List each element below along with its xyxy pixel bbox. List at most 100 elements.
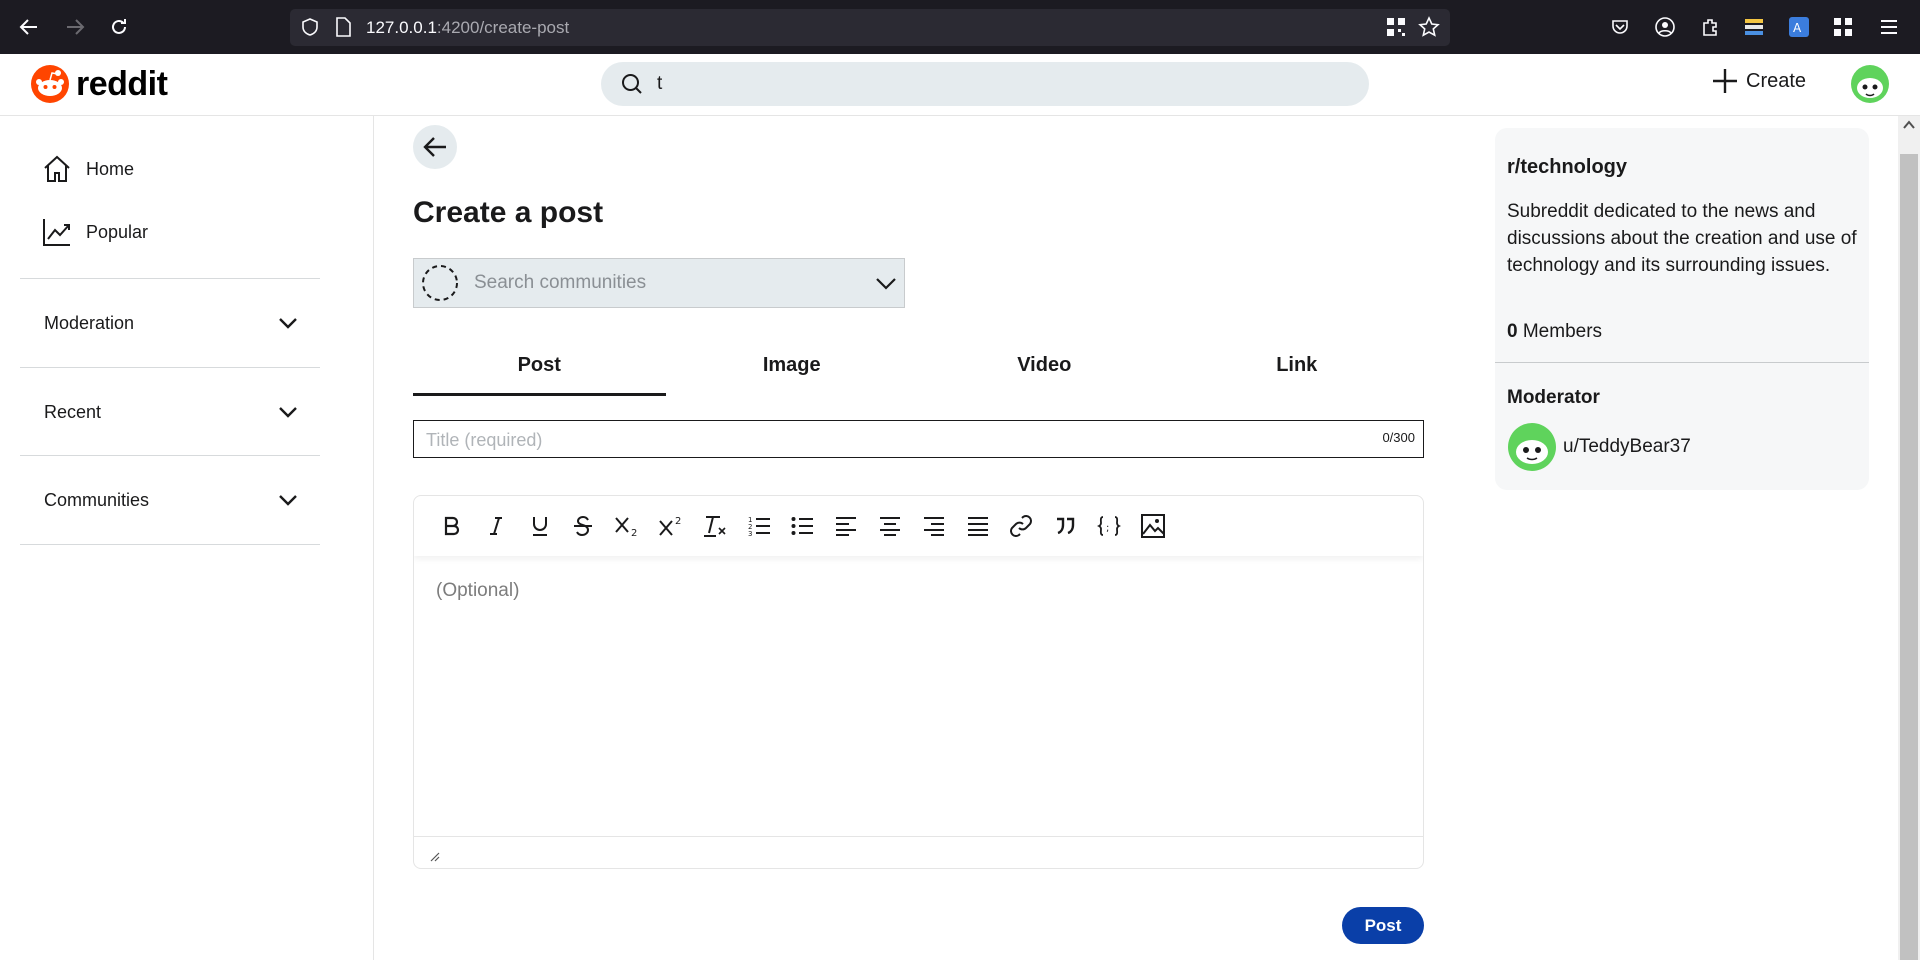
tab-video[interactable]: Video <box>918 344 1171 396</box>
page-icon <box>334 17 352 37</box>
arrow-left-icon <box>422 136 448 158</box>
svg-text:3: 3 <box>748 530 752 537</box>
reddit-logo[interactable]: reddit <box>30 64 168 104</box>
sidebar-section-communities[interactable]: Communities <box>20 456 320 544</box>
page-scrollbar[interactable] <box>1898 116 1920 960</box>
browser-toolbar: 127.0.0.1:4200/create-post A <box>0 0 1920 54</box>
create-label: Create <box>1746 69 1807 92</box>
menu-icon[interactable] <box>1876 14 1902 40</box>
search-input[interactable] <box>657 70 1347 98</box>
editor-footer <box>414 836 1423 868</box>
moderator-heading: Moderator <box>1507 387 1600 408</box>
svg-text:;: ; <box>1106 523 1109 534</box>
clear-format-icon[interactable] <box>697 508 733 544</box>
superscript-icon[interactable]: 2 <box>653 508 689 544</box>
member-count-value: 0 <box>1507 321 1518 342</box>
community-selector[interactable] <box>413 258 905 308</box>
home-icon <box>42 154 72 184</box>
image-icon[interactable] <box>1135 508 1171 544</box>
url-host: 127.0.0.1 <box>366 18 437 37</box>
forward-nav-button[interactable] <box>60 12 90 42</box>
app-header: reddit Create <box>0 54 1920 116</box>
moderator-username[interactable]: u/TeddyBear37 <box>1563 436 1691 458</box>
translate-icon[interactable]: A <box>1786 14 1812 40</box>
community-description: Subreddit dedicated to the news and disc… <box>1507 201 1857 276</box>
search-bar[interactable] <box>601 62 1369 106</box>
arrow-left-icon <box>19 17 39 37</box>
sidebar-item-home[interactable]: Home <box>42 154 134 184</box>
pocket-icon[interactable] <box>1607 14 1633 40</box>
align-center-icon[interactable] <box>872 508 908 544</box>
back-button[interactable] <box>413 125 457 169</box>
body-input[interactable]: (Optional) <box>436 580 519 602</box>
search-icon <box>621 73 643 95</box>
tab-post[interactable]: Post <box>413 344 666 396</box>
align-right-icon[interactable] <box>916 508 952 544</box>
code-block-icon[interactable]: ; <box>1091 508 1127 544</box>
chevron-down-icon <box>278 494 298 506</box>
section-label: Communities <box>44 489 150 510</box>
title-char-count: 0/300 <box>1382 430 1415 445</box>
left-sidebar: Home Popular Moderation Recent Communiti… <box>0 116 374 960</box>
reddit-snoo-icon <box>30 64 70 104</box>
sidebar-section-moderation[interactable]: Moderation <box>20 279 320 367</box>
account-icon[interactable] <box>1652 14 1678 40</box>
color-extension-icon[interactable] <box>1741 14 1767 40</box>
strikethrough-icon[interactable] <box>565 508 601 544</box>
url-path: :4200/create-post <box>436 18 570 37</box>
title-input[interactable] <box>426 427 1326 453</box>
moderator-avatar <box>1507 422 1557 472</box>
link-icon[interactable] <box>1003 508 1039 544</box>
scroll-up-arrow-icon[interactable] <box>1903 120 1915 130</box>
community-name[interactable]: r/technology <box>1507 156 1627 179</box>
sidebar-section-recent[interactable]: Recent <box>20 368 320 456</box>
tab-label: Image <box>762 354 821 376</box>
svg-text:2: 2 <box>631 528 637 537</box>
chevron-down-icon[interactable] <box>874 271 898 295</box>
arrow-right-icon <box>65 17 85 37</box>
quote-icon[interactable] <box>1047 508 1083 544</box>
title-field: 0/300 <box>413 420 1424 458</box>
post-button[interactable]: Post <box>1342 907 1424 944</box>
user-avatar[interactable] <box>1850 64 1890 104</box>
underline-icon[interactable] <box>522 508 558 544</box>
page-title: Create a post <box>413 196 604 229</box>
chevron-down-icon <box>278 406 298 418</box>
back-nav-button[interactable] <box>14 12 44 42</box>
resize-handle-icon[interactable] <box>428 850 440 862</box>
tab-label: Post <box>517 354 561 376</box>
extensions-icon[interactable] <box>1697 14 1723 40</box>
subscript-icon[interactable]: 2 <box>609 508 645 544</box>
ordered-list-icon[interactable]: 123 <box>741 508 777 544</box>
trending-icon <box>42 217 72 247</box>
italic-icon[interactable] <box>478 508 514 544</box>
plus-icon <box>1712 68 1738 94</box>
shield-icon <box>300 17 320 37</box>
reload-button[interactable] <box>104 12 134 42</box>
tab-image[interactable]: Image <box>666 344 919 396</box>
editor-toolbar: 2 2 123 ; <box>414 496 1423 556</box>
apps-icon[interactable] <box>1830 14 1856 40</box>
svg-text:2: 2 <box>675 516 681 527</box>
tab-link[interactable]: Link <box>1171 344 1424 396</box>
align-justify-icon[interactable] <box>960 508 996 544</box>
sidebar-item-label: Home <box>86 158 135 179</box>
member-count: 0 Members <box>1507 321 1602 343</box>
moderator-item[interactable]: u/TeddyBear37 <box>1507 422 1691 472</box>
bookmark-star-icon[interactable] <box>1418 16 1440 38</box>
scrollbar-thumb[interactable] <box>1900 154 1918 960</box>
member-count-label: Members <box>1522 321 1603 342</box>
address-bar[interactable]: 127.0.0.1:4200/create-post <box>290 9 1450 46</box>
sidebar-item-label: Popular <box>86 221 149 242</box>
bullet-list-icon[interactable] <box>784 508 820 544</box>
community-search-input[interactable] <box>474 268 854 298</box>
align-left-icon[interactable] <box>828 508 864 544</box>
reload-icon <box>109 17 129 37</box>
create-button[interactable]: Create <box>1712 68 1806 94</box>
rich-text-editor: 2 2 123 ; (Optional) <box>413 495 1424 869</box>
community-info-panel: r/technology Subreddit dedicated to the … <box>1495 128 1869 490</box>
sidebar-item-popular[interactable]: Popular <box>42 217 148 247</box>
qr-code-icon[interactable] <box>1386 17 1406 37</box>
bold-icon[interactable] <box>434 508 470 544</box>
community-placeholder-icon <box>420 263 460 303</box>
